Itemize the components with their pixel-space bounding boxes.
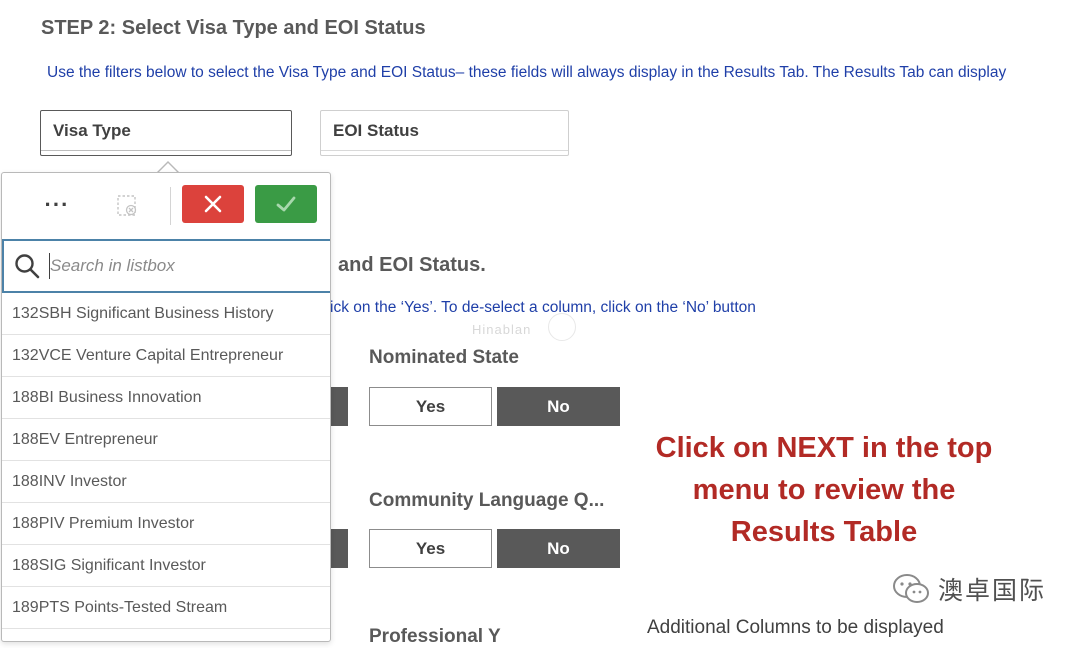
callout-line-3: Results Table: [730, 516, 918, 548]
community-language-title: Community Language Q...: [369, 490, 605, 511]
listbox-search[interactable]: [2, 239, 330, 293]
wechat-icon: [893, 574, 929, 603]
list-item[interactable]: 188SIG Significant Investor: [2, 545, 330, 587]
clear-selections-icon: [117, 195, 137, 216]
eoi-status-filter[interactable]: EOI Status: [320, 110, 569, 156]
visa-type-listbox-popover: ··· 132SBH Significan: [1, 172, 331, 642]
check-icon: [276, 196, 296, 212]
callout-line-1: Click on NEXT in the top: [655, 432, 993, 464]
visa-type-filter[interactable]: Visa Type: [40, 110, 292, 156]
confirm-selection-button[interactable]: [255, 185, 317, 223]
visa-type-list: 132SBH Significant Business History 132V…: [2, 293, 330, 629]
nominated-state-yes-button[interactable]: Yes: [369, 387, 492, 426]
step2-instruction: Use the filters below to select the Visa…: [47, 64, 1007, 81]
community-language-yes-button[interactable]: Yes: [369, 529, 492, 568]
step3-instruction: ick on the ‘Yes’. To de-select a column,…: [330, 299, 756, 316]
eoi-status-underline: [321, 150, 568, 151]
list-item[interactable]: 188BI Business Innovation: [2, 377, 330, 419]
list-item[interactable]: 188INV Investor: [2, 461, 330, 503]
next-instruction-callout: Click on NEXT in the top menu to review …: [640, 427, 1008, 553]
list-item[interactable]: 188PIV Premium Investor: [2, 503, 330, 545]
close-icon: [204, 195, 222, 213]
visa-type-label: Visa Type: [53, 121, 131, 140]
eoi-status-label: EOI Status: [333, 121, 419, 140]
list-item[interactable]: 132VCE Venture Capital Entrepreneur: [2, 335, 330, 377]
faint-watermark-circle: [548, 313, 576, 341]
step3-title: and EOI Status.: [338, 254, 486, 276]
brand-watermark: 澳卓国际: [892, 571, 1046, 607]
faint-watermark-text: Hinablan: [472, 322, 532, 337]
visa-type-underline: [41, 150, 291, 151]
nominated-state-no-button[interactable]: No: [497, 387, 620, 426]
list-item[interactable]: 189PTS Points-Tested Stream: [2, 587, 330, 629]
clear-selections-button[interactable]: [112, 191, 142, 221]
nominated-state-title: Nominated State: [369, 347, 519, 368]
additional-columns-heading: Additional Columns to be displayed: [647, 617, 944, 638]
listbox-search-input[interactable]: [48, 251, 318, 281]
community-language-no-button[interactable]: No: [497, 529, 620, 568]
callout-line-2: menu to review the: [692, 474, 956, 506]
toolbar-divider: [170, 187, 171, 225]
text-cursor: [49, 253, 50, 279]
professional-year-title: Professional Y: [369, 626, 501, 647]
list-item[interactable]: 132SBH Significant Business History: [2, 293, 330, 335]
selection-toolbar: ···: [2, 173, 330, 239]
search-icon: [15, 254, 40, 279]
cancel-selection-button[interactable]: [182, 185, 244, 223]
more-icon: ···: [44, 192, 70, 217]
more-options-button[interactable]: ···: [39, 187, 75, 223]
step2-title: STEP 2: Select Visa Type and EOI Status: [41, 17, 426, 39]
list-item[interactable]: 188EV Entrepreneur: [2, 419, 330, 461]
brand-watermark-text: 澳卓国际: [938, 577, 1047, 605]
